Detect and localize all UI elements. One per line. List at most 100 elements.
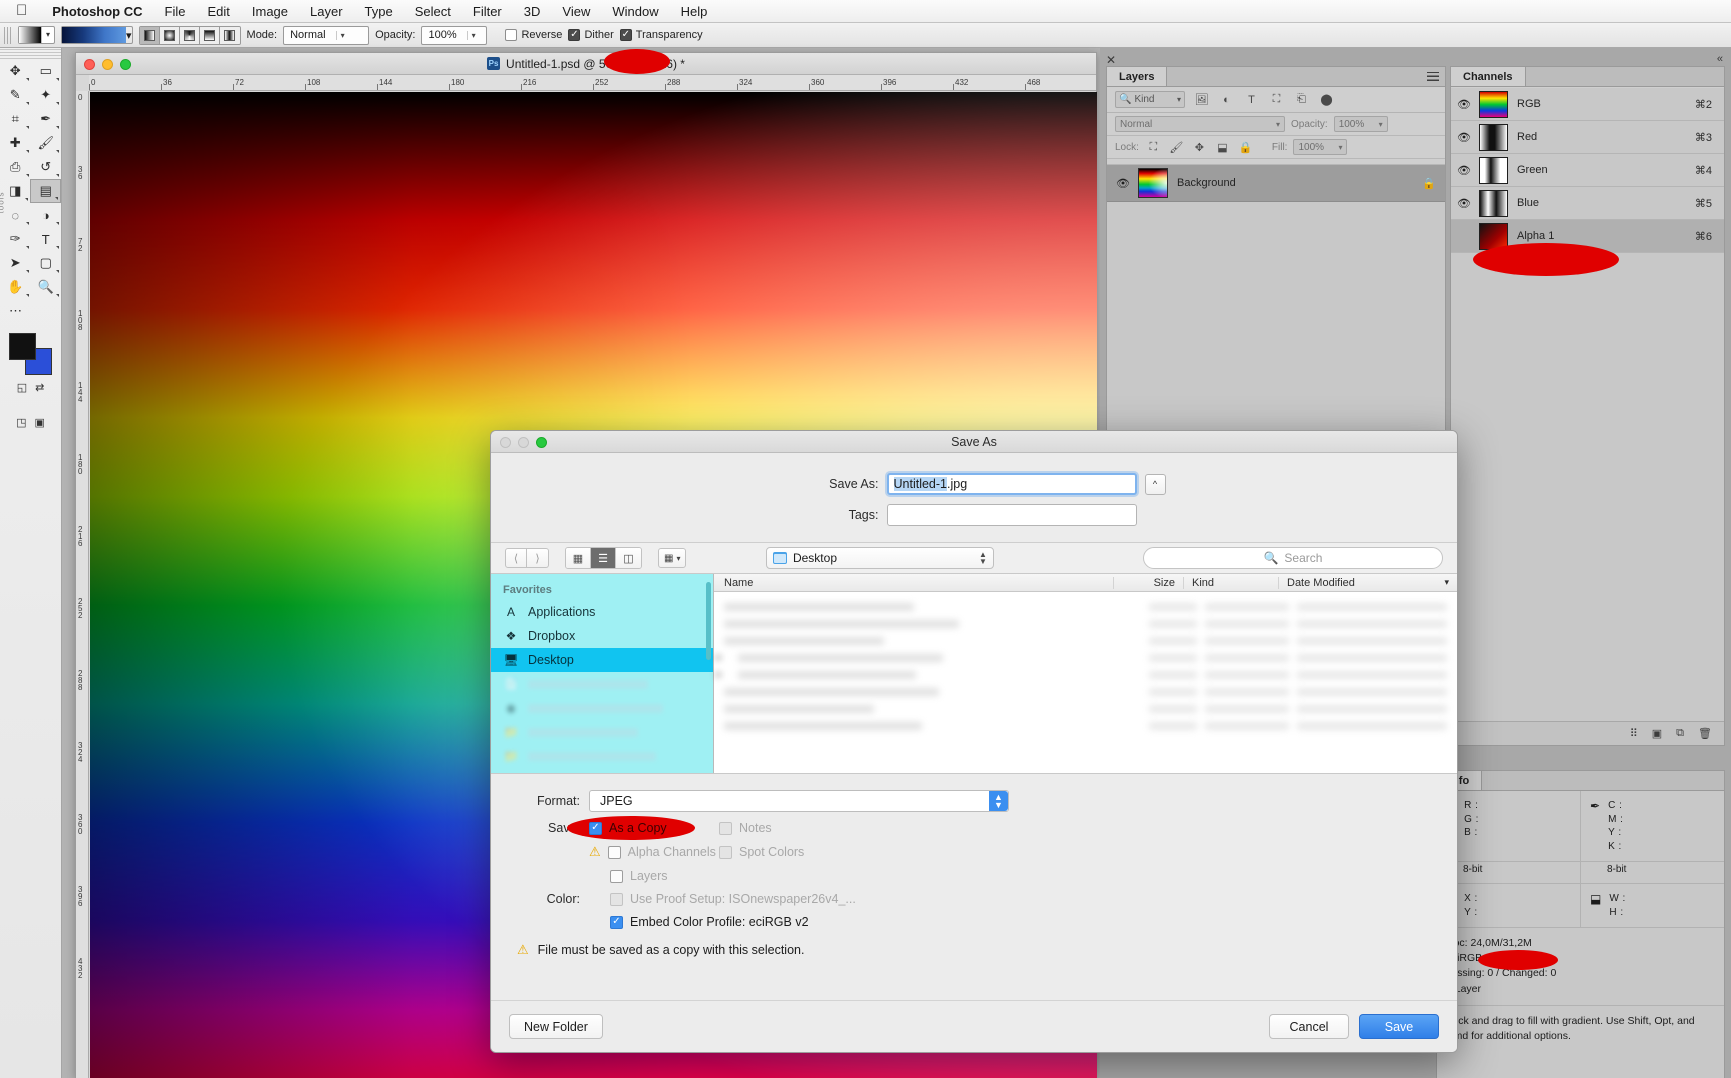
as-a-copy-checkbox[interactable]: As a Copy — [567, 816, 695, 840]
menu-item-filter[interactable]: Filter — [462, 0, 513, 23]
file-list[interactable]: Name Size Kind Date Modified ▾ ▶ ▶ — [714, 574, 1457, 773]
pen-tool[interactable]: ✑ — [0, 227, 31, 251]
channels-panel-tabs[interactable]: Channels — [1451, 67, 1724, 87]
layer-opacity-field[interactable]: 100% ▾ — [1333, 116, 1388, 132]
checkbox-box[interactable] — [719, 821, 732, 835]
tab-channels[interactable]: Channels — [1451, 67, 1526, 86]
document-title-bar[interactable]: Ps Untitled-1.psd @ 50% (RGB/16) * — [76, 53, 1096, 75]
sidebar-item-hidden[interactable]: 📄 — [491, 672, 713, 696]
default-colors-icon[interactable]: ◱ — [17, 381, 27, 394]
save-button[interactable]: Save — [1359, 1014, 1439, 1039]
filename-input[interactable]: Untitled-1 .jpg — [886, 473, 1137, 495]
chevron-down-icon[interactable]: ▾ — [126, 29, 132, 42]
tags-input[interactable] — [886, 504, 1137, 526]
column-header-size[interactable]: Size — [1114, 576, 1184, 589]
diamond-gradient-icon[interactable] — [219, 26, 240, 44]
checkbox-box[interactable] — [610, 869, 623, 883]
channel-row-red[interactable]: 👁 Red ⌘3 — [1451, 121, 1724, 154]
file-rows-blurred[interactable]: ▶ ▶ — [714, 592, 1457, 773]
crop-tool[interactable]: ⌗ — [0, 107, 31, 131]
minimize-sheet-button[interactable] — [518, 437, 529, 448]
new-folder-button[interactable]: New Folder — [509, 1014, 603, 1039]
menu-item-file[interactable]: File — [154, 0, 197, 23]
chevron-down-icon[interactable]: ▾ — [1177, 95, 1181, 104]
column-header-date-modified[interactable]: Date Modified ▾ — [1279, 577, 1457, 589]
stepper-icon[interactable]: ▲ ▼ — [989, 791, 1008, 811]
rectangle-tool[interactable]: ▢ — [31, 251, 62, 275]
tools-panel-grip[interactable] — [0, 48, 61, 59]
blend-mode-select[interactable]: Normal ▾ — [283, 25, 370, 45]
vertical-ruler[interactable]: 0 3 6 7 2 1 0 8 1 4 4 1 8 0 2 1 6 2 5 2 2 8 8 3 2… — [76, 91, 89, 1078]
minimize-window-button[interactable] — [102, 59, 113, 70]
menu-item-image[interactable]: Image — [241, 0, 299, 23]
chevron-left-icon[interactable]: ⟨ — [505, 548, 527, 568]
eraser-tool[interactable]: ◨ — [0, 179, 30, 203]
layer-filter-kind-select[interactable]: 🔍 Kind ▾ — [1115, 91, 1185, 108]
load-channel-as-selection-icon[interactable]: ⠿ — [1630, 727, 1638, 740]
chevron-right-icon[interactable]: ⟩ — [527, 548, 549, 568]
eye-icon[interactable]: 👁 — [1457, 98, 1471, 111]
tab-layers[interactable]: Layers — [1107, 67, 1168, 86]
menu-item-photoshop[interactable]: Photoshop CC — [41, 0, 153, 23]
channel-row-blue[interactable]: 👁 Blue ⌘5 — [1451, 187, 1724, 220]
adjustment-layer-filter-icon[interactable]: ◐ — [1218, 92, 1235, 107]
layer-fill-field[interactable]: 100% ▾ — [1293, 139, 1348, 155]
magic-wand-tool[interactable]: ✦ — [31, 83, 62, 107]
lock-transparent-pixels-icon[interactable]: ⛶ — [1145, 140, 1162, 155]
search-input[interactable]: 🔍 Search — [1142, 547, 1443, 569]
lock-icon[interactable]: 🔒 — [1422, 177, 1436, 190]
chevron-down-icon[interactable]: ▾ — [1338, 143, 1342, 152]
window-controls[interactable] — [84, 59, 131, 70]
collapse-panel-icon[interactable]: « — [1717, 53, 1723, 65]
spot-colors-checkbox[interactable]: Spot Colors — [719, 845, 804, 859]
history-brush-tool[interactable]: ↺ — [31, 155, 62, 179]
swap-colors-icon[interactable]: ⇄ — [35, 381, 44, 394]
zoom-tool[interactable]: 🔍 — [31, 275, 62, 299]
lock-position-icon[interactable]: ✥ — [1191, 140, 1208, 155]
menu-item-type[interactable]: Type — [354, 0, 404, 23]
close-window-button[interactable] — [84, 59, 95, 70]
eye-icon[interactable]: 👁 — [1457, 164, 1471, 177]
disclosure-triangle-icon[interactable]: ▶ — [716, 652, 723, 663]
delete-channel-icon[interactable]: 🗑 — [1698, 727, 1712, 740]
favorites-sidebar[interactable]: Favorites A Applications ❖ Dropbox 🖥 Des… — [491, 574, 714, 773]
lock-all-icon[interactable]: 🔒 — [1237, 140, 1254, 155]
more-tools[interactable]: ⋯ — [0, 299, 31, 323]
radial-gradient-icon[interactable] — [159, 26, 180, 44]
zoom-window-button[interactable] — [120, 59, 131, 70]
menu-item-layer[interactable]: Layer — [299, 0, 354, 23]
zoom-sheet-button[interactable] — [536, 437, 547, 448]
foreground-color-swatch[interactable] — [8, 333, 36, 360]
icon-view-icon[interactable]: ▦ — [566, 548, 591, 568]
embed-color-profile-checkbox[interactable]: Embed Color Profile: eciRGB v2 — [610, 915, 809, 929]
filter-toggle-icon[interactable]: ⬤ — [1318, 92, 1335, 107]
arrange-by-button[interactable]: ▦ ▾ — [658, 548, 687, 568]
brush-tool[interactable]: 🖌 — [31, 131, 62, 155]
gradient-tool[interactable]: ▤ — [30, 179, 61, 203]
menu-item-window[interactable]: Window — [601, 0, 669, 23]
lock-artboard-icon[interactable]: ⬓ — [1214, 140, 1231, 155]
horizontal-ruler[interactable]: 0 36 72 108 144 180 216 252 288 324 360 396 432 468 — [89, 75, 1096, 91]
checkbox-box[interactable] — [589, 821, 602, 835]
menu-item-edit[interactable]: Edit — [196, 0, 240, 23]
sidebar-item-hidden[interactable]: ◉ — [491, 696, 713, 720]
type-tool[interactable]: T — [31, 227, 62, 251]
close-sheet-button[interactable] — [500, 437, 511, 448]
checkbox-box[interactable] — [610, 915, 623, 929]
chevron-down-icon[interactable]: ▾ — [41, 27, 54, 43]
apple-icon[interactable]:  — [10, 3, 41, 20]
chevron-down-icon[interactable]: ▾ — [335, 30, 345, 40]
gradient-tool-preset-button[interactable]: ▾ — [18, 26, 55, 44]
chevron-down-icon[interactable]: ▾ — [1379, 120, 1383, 129]
list-view-icon[interactable]: ☰ — [591, 548, 616, 568]
layers-panel-tabs[interactable]: Layers — [1107, 67, 1445, 87]
sheet-window-controls[interactable] — [500, 437, 547, 448]
menu-item-select[interactable]: Select — [404, 0, 462, 23]
marquee-tool[interactable]: ▭ — [31, 59, 62, 83]
healing-brush-tool[interactable]: ✚ — [0, 131, 31, 155]
notes-checkbox[interactable]: Notes — [719, 821, 772, 835]
eye-icon[interactable]: 👁 — [1116, 177, 1130, 190]
alpha-channels-checkbox[interactable]: Alpha Channels — [607, 845, 716, 859]
reverse-checkbox[interactable]: Reverse — [505, 29, 562, 41]
menu-item-help[interactable]: Help — [670, 0, 719, 23]
